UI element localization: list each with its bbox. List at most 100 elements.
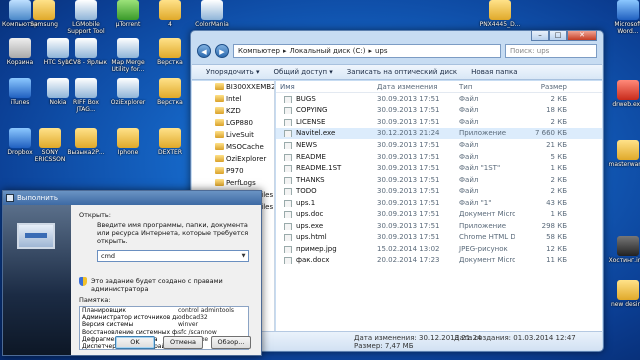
memo-row[interactable]: Версия системы winver — [80, 321, 248, 328]
file-type: JPEG-рисунок — [459, 244, 508, 253]
desktop-icon[interactable]: Samsung — [22, 0, 66, 28]
file-row[interactable]: LICENSE 30.09.2013 17:51 Файл 2 КБ — [276, 116, 602, 128]
desktop-icon[interactable]: OziExplorer — [106, 78, 150, 106]
nav-folder-item[interactable]: MSOCache — [192, 141, 274, 153]
file-row[interactable]: ups.1 30.09.2013 17:51 Файл "1" 43 КБ — [276, 197, 602, 209]
file-row[interactable]: README.1ST 30.09.2013 17:51 Файл "1ST" 1 КБ — [276, 162, 602, 174]
file-size: 43 КБ — [546, 198, 567, 207]
browse-button[interactable]: Обзор... — [211, 336, 251, 349]
nav-folder-item[interactable]: OziExplorer — [192, 153, 274, 165]
file-size: 1 КБ — [550, 164, 567, 173]
desktop-icon[interactable]: Microsoft Word... — [606, 0, 640, 35]
nav-folder-item[interactable]: Intel — [192, 93, 274, 105]
organize-button[interactable]: Упорядочить ▾ — [206, 68, 260, 76]
share-button[interactable]: Общий доступ ▾ — [274, 68, 333, 76]
file-icon — [284, 176, 292, 184]
file-row[interactable]: COPYING 30.09.2013 17:51 Файл 18 КБ — [276, 105, 602, 117]
nav-folder-item[interactable]: KZD — [192, 105, 274, 117]
file-type: Документ Micros... — [459, 210, 515, 219]
breadcrumb-folder[interactable]: ups — [375, 47, 388, 55]
file-row[interactable]: BUGS 30.09.2013 17:51 Файл 2 КБ — [276, 93, 602, 105]
desktop-icon-label: Верстка — [157, 59, 183, 66]
folder-icon — [159, 38, 181, 58]
search-input[interactable]: Поиск: ups — [505, 44, 597, 58]
col-date[interactable]: Дата изменения — [373, 81, 455, 92]
memo-name: Планировщик — [82, 307, 127, 314]
nav-folder-item[interactable]: P970 — [192, 165, 274, 177]
desktop-icon[interactable]: PNX4445_D... — [478, 0, 522, 28]
nav-folder-item[interactable]: BI300XXEMB2 — [192, 81, 274, 93]
file-row[interactable]: ups.doc 30.09.2013 17:51 Документ Micros..… — [276, 208, 602, 220]
file-row[interactable]: пример.jpg 15.02.2014 13:02 JPEG-рисунок 12… — [276, 243, 602, 255]
file-row[interactable]: Navitel.exe 30.12.2013 21:24 Приложение 7 6… — [276, 127, 602, 140]
file-date: 30.09.2013 17:51 — [377, 233, 440, 242]
desktop-icon[interactable]: new desine — [606, 280, 640, 308]
desktop-icon[interactable]: µTorrent — [106, 0, 150, 28]
run-titlebar[interactable]: Выполнить — [3, 191, 261, 205]
file-name: ups.doc — [296, 210, 324, 219]
folder-icon — [617, 140, 639, 160]
desktop-icon[interactable]: Верстка — [148, 38, 192, 66]
desktop-icon[interactable]: Верстка — [148, 78, 192, 106]
desktop-icon[interactable]: ColorMania — [190, 0, 234, 28]
cancel-button[interactable]: Отмена — [163, 336, 203, 349]
chevron-down-icon[interactable]: ▼ — [239, 251, 248, 261]
file-row[interactable]: THANKS 30.09.2013 17:51 Файл 2 КБ — [276, 174, 602, 186]
file-icon — [284, 222, 292, 230]
new-folder-button[interactable]: Новая папка — [471, 68, 517, 76]
desktop-icon[interactable]: drweb.exe — [606, 80, 640, 108]
minimize-button[interactable]: – — [531, 30, 549, 41]
memo-row[interactable]: Планировщик control admintools — [80, 307, 248, 314]
file-icon — [284, 211, 292, 219]
file-type: Файл — [459, 117, 479, 126]
file-row[interactable]: ups.html 30.09.2013 17:51 Chrome HTML Do..… — [276, 232, 602, 244]
desktop-icon[interactable]: Хостинг.img — [606, 236, 640, 264]
file-row[interactable]: фак.docx 20.02.2014 17:23 Документ Micros.… — [276, 255, 602, 267]
maximize-button[interactable]: □ — [549, 30, 567, 41]
nav-folder-label: KZD — [226, 107, 241, 115]
col-type[interactable]: Тип — [455, 81, 515, 92]
back-arrow-icon[interactable]: ◀ — [197, 44, 211, 58]
file-row[interactable]: ups.exe 30.09.2013 17:51 Приложение 298 КБ — [276, 220, 602, 232]
desktop-icon[interactable]: LGMobile Support Tool — [64, 0, 108, 35]
desktop-icon[interactable]: masterwares — [606, 140, 640, 168]
file-row[interactable]: TODO 30.09.2013 17:51 Файл 2 КБ — [276, 185, 602, 197]
breadcrumb-drive[interactable]: Локальный диск (C:) — [289, 47, 365, 55]
desktop-icon-label: masterwares — [608, 161, 640, 168]
memo-row[interactable]: Администратор источников данныхodbcad32 — [80, 314, 248, 321]
desktop-icon[interactable]: 1СV8 - Ярлык — [64, 38, 108, 66]
word-icon — [617, 0, 639, 20]
desktop-icon[interactable]: Iphone — [106, 128, 150, 156]
close-button[interactable]: ✕ — [567, 30, 597, 41]
file-date: 20.02.2014 17:23 — [377, 256, 440, 265]
run-dialog[interactable]: Выполнить Открыть: Введите имя программы… — [2, 190, 262, 356]
breadcrumb-computer[interactable]: Компьютер — [238, 47, 280, 55]
desktop-icon[interactable]: Map Merge Utility for... — [106, 38, 150, 73]
forward-arrow-icon[interactable]: ▶ — [215, 44, 229, 58]
ok-button[interactable]: OK — [115, 336, 155, 349]
address-bar[interactable]: Компьютер ▸ Локальный диск (C:) ▸ ups — [233, 44, 501, 58]
desktop-icon[interactable]: 4 — [148, 0, 192, 28]
desktop-icon[interactable]: Вызыка2Р... — [64, 128, 108, 156]
memo-label: Памятка: — [79, 296, 111, 304]
memo-row[interactable]: Восстановление системных файловsfc /scan… — [80, 329, 248, 336]
file-name-cell: NEWS — [276, 141, 373, 149]
file-row[interactable]: README 30.09.2013 17:51 Файл 5 КБ — [276, 151, 602, 163]
file-row[interactable]: NEWS 30.09.2013 17:51 Файл 21 КБ — [276, 139, 602, 151]
col-name[interactable]: Имя — [276, 81, 373, 92]
folder-icon — [215, 107, 224, 114]
window-controls: – □ ✕ — [531, 30, 597, 41]
burn-button[interactable]: Записать на оптический диск — [347, 68, 457, 76]
file-name-cell: THANKS — [276, 176, 373, 184]
nav-folder-item[interactable]: LiveSuit — [192, 129, 274, 141]
file-date: 30.09.2013 17:51 — [377, 106, 440, 115]
col-size[interactable]: Размер — [515, 81, 571, 92]
desktop-icon[interactable]: RIFF Box JTAG... — [64, 78, 108, 113]
nav-folder-item[interactable]: LGP880 — [192, 117, 274, 129]
nav-folder-item[interactable]: PerfLogs — [192, 177, 274, 189]
folder-icon — [39, 128, 61, 148]
desktop-icon-label: PNX4445_D... — [479, 21, 521, 28]
file-date: 30.12.2013 21:24 — [377, 129, 440, 138]
command-input[interactable]: cmd ▼ — [97, 250, 249, 262]
desktop-icon[interactable]: DEXTER — [148, 128, 192, 156]
